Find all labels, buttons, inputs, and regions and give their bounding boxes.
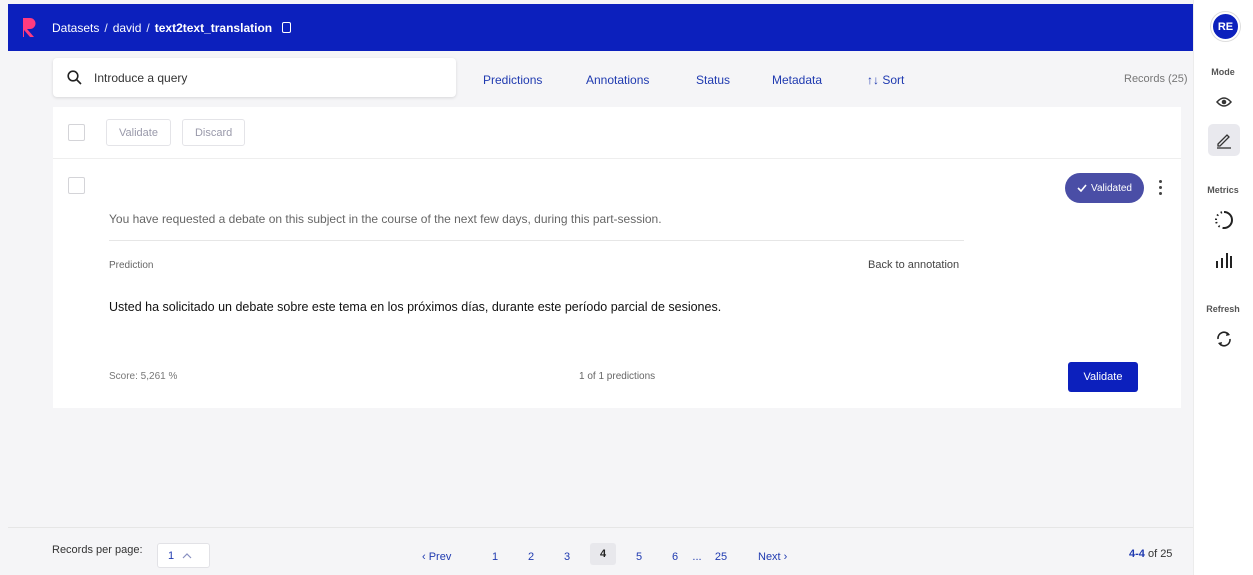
refresh-icon[interactable] xyxy=(1208,323,1240,355)
records-per-page-select[interactable]: 1 xyxy=(157,543,210,568)
source-text: You have requested a debate on this subj… xyxy=(109,212,662,226)
status-badge-label: Validated xyxy=(1091,182,1132,194)
breadcrumb-datasets[interactable]: Datasets xyxy=(52,21,99,35)
page-3[interactable]: 3 xyxy=(554,551,580,563)
chevron-up-icon xyxy=(182,552,192,558)
breadcrumb-separator: / xyxy=(104,20,108,35)
breadcrumb-workspace[interactable]: david xyxy=(113,21,142,35)
prediction-text: Usted ha solicitado un debate sobre este… xyxy=(109,300,722,314)
bulk-discard-button[interactable]: Discard xyxy=(181,119,246,146)
breadcrumb-dataset: text2text_translation xyxy=(154,20,273,35)
page-ellipsis: ... xyxy=(692,550,702,563)
page-1[interactable]: 1 xyxy=(482,551,508,563)
breadcrumb-separator: / xyxy=(146,20,150,35)
next-page-button[interactable]: Next › xyxy=(758,551,787,563)
status-badge: Validated xyxy=(1065,173,1144,203)
record-range-total: of 25 xyxy=(1144,548,1173,560)
annotate-mode-pencil-icon[interactable] xyxy=(1208,124,1240,156)
divider xyxy=(109,240,964,241)
prediction-score: Score: 5,261 % xyxy=(109,371,178,382)
sort-button[interactable]: ↑↓ Sort xyxy=(867,73,904,87)
progress-metrics-icon[interactable] xyxy=(1208,204,1240,236)
page-5[interactable]: 5 xyxy=(626,551,652,563)
records-per-page-value: 1 xyxy=(168,549,175,562)
explore-mode-eye-icon[interactable] xyxy=(1208,86,1240,118)
search-input[interactable] xyxy=(94,70,414,85)
select-all-checkbox[interactable] xyxy=(68,124,85,141)
page-4-current[interactable]: 4 xyxy=(590,543,616,565)
page-25[interactable]: 25 xyxy=(708,551,734,563)
search-icon xyxy=(67,70,82,85)
breadcrumb: Datasets / david / text2text_translation xyxy=(52,20,292,35)
search-bar xyxy=(53,58,456,97)
pagination-footer: Records per page: 1 ‹ Prev 1 2 3 4 5 6 .… xyxy=(8,527,1193,575)
refresh-label: Refresh xyxy=(1206,304,1240,314)
page-6[interactable]: 6 xyxy=(662,551,688,563)
bulk-validate-button[interactable]: Validate xyxy=(106,119,171,146)
mode-label: Mode xyxy=(1211,67,1235,77)
metrics-label: Metrics xyxy=(1207,185,1239,195)
filter-metadata[interactable]: Metadata xyxy=(772,73,822,87)
stats-bar-chart-icon[interactable] xyxy=(1208,244,1240,276)
top-bar: Datasets / david / text2text_translation xyxy=(8,4,1193,51)
filter-predictions[interactable]: Predictions xyxy=(483,73,542,87)
more-options-icon[interactable] xyxy=(1157,180,1163,195)
record-panel: Validate Discard Validated You have requ… xyxy=(53,107,1181,408)
prev-page-button[interactable]: ‹ Prev xyxy=(422,551,472,563)
record-range-current: 4-4 xyxy=(1129,548,1145,560)
filter-status[interactable]: Status xyxy=(696,73,730,87)
user-avatar[interactable]: RE xyxy=(1211,12,1240,41)
logo-icon[interactable] xyxy=(20,16,38,38)
records-count: Records (25) xyxy=(1124,73,1188,85)
records-per-page-label: Records per page: xyxy=(52,544,143,556)
predictions-count: 1 of 1 predictions xyxy=(579,371,656,382)
copy-icon[interactable] xyxy=(282,22,292,33)
check-icon xyxy=(1077,184,1087,192)
record-range: 4-4 of 25 xyxy=(1129,548,1172,560)
filter-annotations[interactable]: Annotations xyxy=(586,73,649,87)
prediction-label: Prediction xyxy=(109,260,154,271)
pager: ‹ Prev 1 2 3 4 5 6 ... 25 Next › xyxy=(422,543,787,565)
record-checkbox[interactable] xyxy=(68,177,85,194)
page-2[interactable]: 2 xyxy=(518,551,544,563)
bulk-actions-bar: Validate Discard xyxy=(53,107,1181,159)
back-to-annotation-button[interactable]: Back to annotation xyxy=(868,259,959,271)
validate-button[interactable]: Validate xyxy=(1068,362,1138,392)
